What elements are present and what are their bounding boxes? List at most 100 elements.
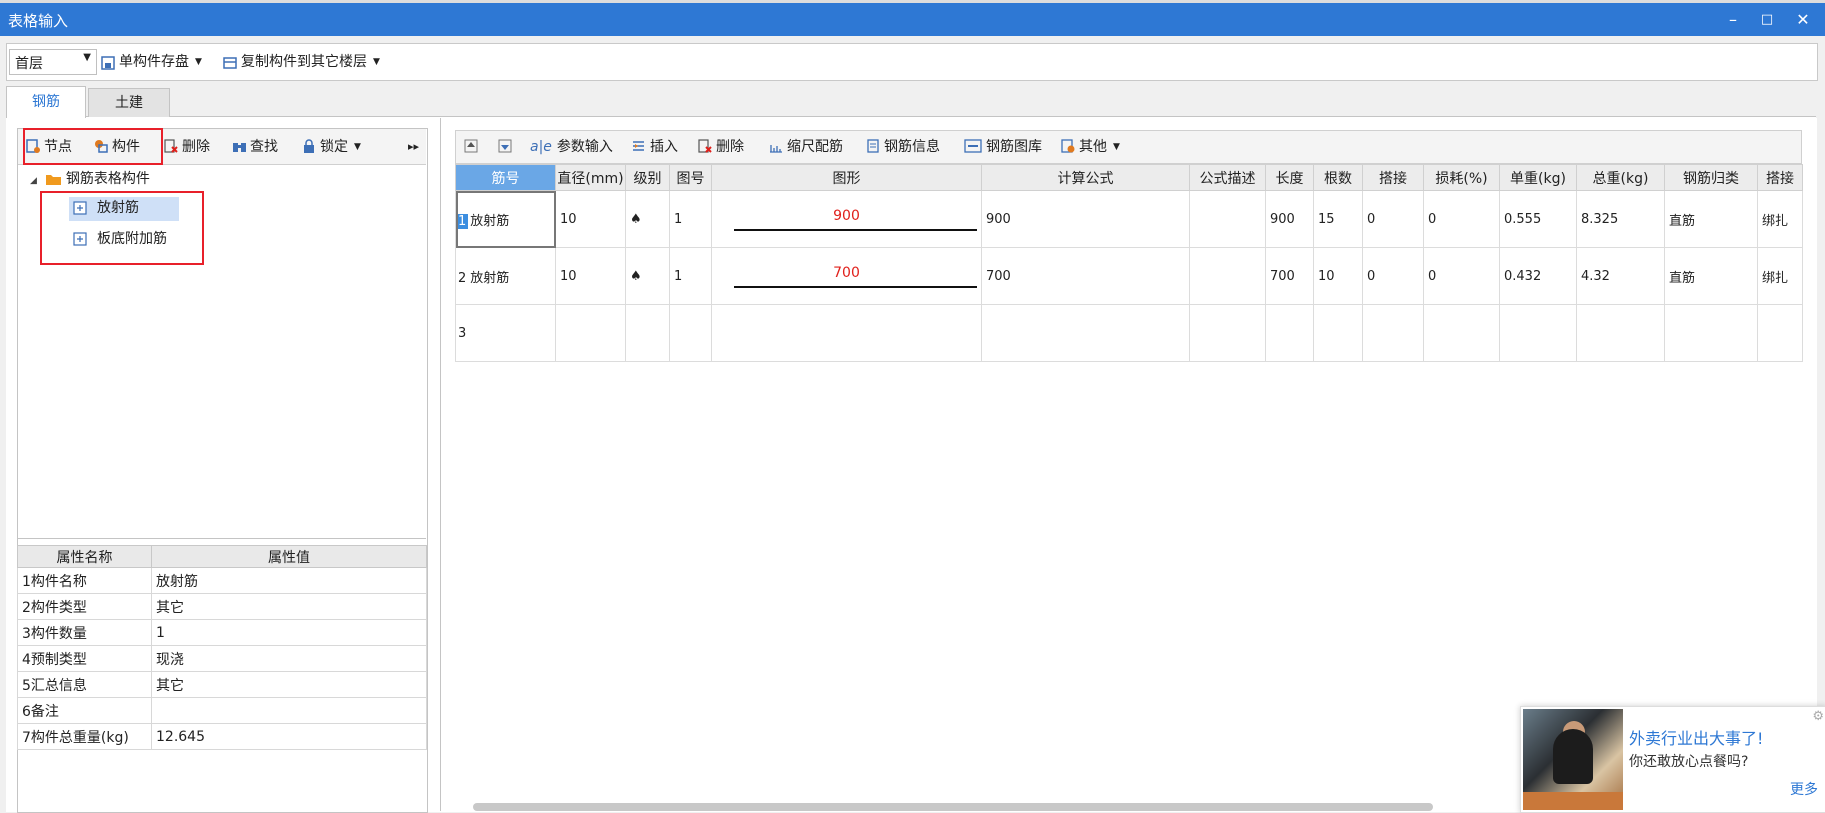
cell-loss[interactable] <box>1423 304 1500 362</box>
column-header[interactable]: 计算公式 <box>981 164 1190 191</box>
cell-lap[interactable] <box>1362 304 1424 362</box>
move-up-button[interactable] <box>464 137 482 157</box>
tab-civil[interactable]: 土建 <box>88 88 170 117</box>
news-popup[interactable]: 外卖行业出大事了! 你还敢放心点餐吗? 更多 ⚙ <box>1520 706 1825 813</box>
cell-lap-type[interactable]: 绑扎 <box>1757 247 1803 305</box>
table-row[interactable]: 6备注 <box>17 697 427 724</box>
close-button[interactable]: ✕ <box>1788 6 1818 33</box>
cell-formula[interactable]: 700 <box>981 247 1190 305</box>
other-button[interactable]: 其他 ▼ <box>1061 137 1120 157</box>
cell-length[interactable] <box>1265 304 1314 362</box>
table-row[interactable]: 5汇总信息 其它 <box>17 671 427 698</box>
cell-length[interactable]: 900 <box>1265 190 1314 248</box>
property-value[interactable] <box>151 697 427 724</box>
cell-shape[interactable]: 700 <box>711 247 982 305</box>
cell-name[interactable]: 2 放射筋 <box>455 247 556 305</box>
cell-count[interactable]: 10 <box>1313 247 1363 305</box>
cell-shape[interactable]: 900 <box>711 190 982 248</box>
lock-button[interactable]: 锁定 ▼ <box>302 137 361 157</box>
cell-grade[interactable]: ♠ <box>625 247 670 305</box>
tab-steel[interactable]: 钢筋 <box>6 86 86 118</box>
table-row[interactable]: 2构件类型 其它 <box>17 593 427 620</box>
cell-category[interactable] <box>1664 304 1758 362</box>
column-header[interactable]: 单重(kg) <box>1499 164 1577 191</box>
table-row[interactable]: 7构件总重量(kg) 12.645 <box>17 723 427 750</box>
cell-unit-weight[interactable] <box>1499 304 1577 362</box>
cell-count[interactable]: 15 <box>1313 190 1363 248</box>
column-header[interactable]: 图形 <box>711 164 982 191</box>
table-row[interactable]: 3构件数量 1 <box>17 619 427 646</box>
table-row[interactable]: 2 放射筋 10 ♠ 1 700 700 700 10 0 0 0.432 4.3… <box>455 247 1803 305</box>
cell-unit-weight[interactable]: 0.432 <box>1499 247 1577 305</box>
cell-total-weight[interactable]: 4.32 <box>1576 247 1665 305</box>
delete-button[interactable]: 删除 <box>164 137 210 157</box>
param-input-button[interactable]: a|e 参数输入 <box>530 137 613 157</box>
column-header[interactable]: 根数 <box>1313 164 1363 191</box>
horizontal-scrollbar[interactable] <box>473 803 1433 811</box>
table-row[interactable]: 1 放射筋 10 ♠ 1 900 900 900 15 0 0 0.555 8.3… <box>455 190 1803 248</box>
tree-root[interactable]: ◢ 钢筋表格构件 <box>30 168 150 192</box>
rebar-info-button[interactable]: 钢筋信息 <box>866 137 940 157</box>
cell-lap-type[interactable] <box>1757 304 1803 362</box>
cell-count[interactable] <box>1313 304 1363 362</box>
cell-description[interactable] <box>1189 247 1266 305</box>
cell-description[interactable] <box>1189 190 1266 248</box>
cell-name[interactable]: 1 放射筋 <box>455 190 556 248</box>
cell-diameter[interactable]: 10 <box>555 247 626 305</box>
column-header[interactable]: 搭接 <box>1362 164 1424 191</box>
cell-diameter[interactable]: 10 <box>555 190 626 248</box>
popup-more-link[interactable]: 更多 <box>1790 779 1818 799</box>
cell-unit-weight[interactable]: 0.555 <box>1499 190 1577 248</box>
property-value[interactable]: 放射筋 <box>151 567 427 594</box>
cell-figure[interactable] <box>669 304 712 362</box>
cell-category[interactable]: 直筋 <box>1664 247 1758 305</box>
cell-figure[interactable]: 1 <box>669 247 712 305</box>
column-header[interactable]: 长度 <box>1265 164 1314 191</box>
property-value[interactable]: 12.645 <box>151 723 427 750</box>
save-component-button[interactable]: 单构件存盘 ▼ <box>101 50 202 74</box>
floor-select[interactable]: 首层 ▼ <box>9 49 97 75</box>
column-header[interactable]: 公式描述 <box>1189 164 1266 191</box>
cell-loss[interactable]: 0 <box>1423 190 1500 248</box>
column-header[interactable]: 图号 <box>669 164 712 191</box>
cell-figure[interactable]: 1 <box>669 190 712 248</box>
find-button[interactable]: 查找 <box>232 137 278 157</box>
column-header[interactable]: 筋号 <box>455 164 556 191</box>
table-row[interactable]: 1构件名称 放射筋 <box>17 567 427 594</box>
rebar-library-button[interactable]: 钢筋图库 <box>964 137 1042 157</box>
cell-formula[interactable]: 900 <box>981 190 1190 248</box>
property-value[interactable]: 现浇 <box>151 645 427 672</box>
cell-lap-type[interactable]: 绑扎 <box>1757 190 1803 248</box>
cell-lap[interactable]: 0 <box>1362 190 1424 248</box>
cell-description[interactable] <box>1189 304 1266 362</box>
column-header[interactable]: 搭接 <box>1757 164 1803 191</box>
column-header[interactable]: 级别 <box>625 164 670 191</box>
cell-total-weight[interactable]: 8.325 <box>1576 190 1665 248</box>
cell-shape[interactable] <box>711 304 982 362</box>
cell-diameter[interactable] <box>555 304 626 362</box>
column-header[interactable]: 钢筋归类 <box>1664 164 1758 191</box>
cell-lap[interactable]: 0 <box>1362 247 1424 305</box>
gear-icon[interactable]: ⚙ <box>1812 709 1824 724</box>
minimize-button[interactable]: – <box>1718 6 1748 33</box>
cell-loss[interactable]: 0 <box>1423 247 1500 305</box>
more-button[interactable]: ▸▸ <box>408 137 419 157</box>
maximize-button[interactable]: □ <box>1752 6 1782 33</box>
cell-grade[interactable]: ♠ <box>625 190 670 248</box>
column-header[interactable]: 总重(kg) <box>1576 164 1665 191</box>
column-header[interactable]: 直径(mm) <box>555 164 626 191</box>
column-header[interactable]: 损耗(%) <box>1423 164 1500 191</box>
delete-row-button[interactable]: 删除 <box>698 137 744 157</box>
property-value[interactable]: 其它 <box>151 671 427 698</box>
property-value[interactable]: 其它 <box>151 593 427 620</box>
popup-image[interactable] <box>1523 709 1623 810</box>
copy-to-floor-button[interactable]: 复制构件到其它楼层 ▼ <box>223 50 380 74</box>
scale-rebar-button[interactable]: 缩尺配筋 <box>769 137 843 157</box>
cell-grade[interactable] <box>625 304 670 362</box>
move-down-button[interactable] <box>498 137 516 157</box>
cell-name[interactable]: 3 <box>455 304 556 362</box>
table-row[interactable]: 4预制类型 现浇 <box>17 645 427 672</box>
table-row[interactable]: 3 <box>455 304 1803 362</box>
insert-button[interactable]: 插入 <box>632 137 678 157</box>
cell-category[interactable]: 直筋 <box>1664 190 1758 248</box>
